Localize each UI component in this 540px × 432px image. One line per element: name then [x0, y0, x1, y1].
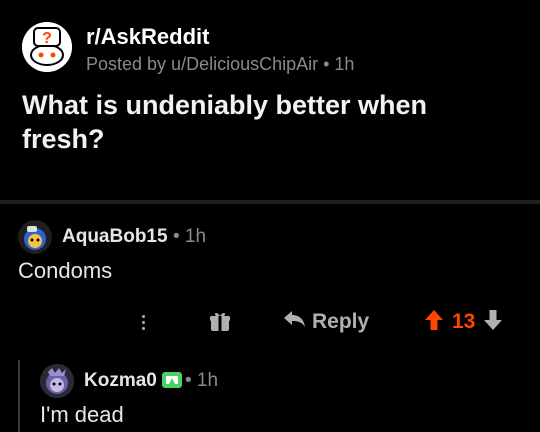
reply-meta: • 1h [185, 370, 219, 391]
comment-header: AquaBob15 • 1h [18, 220, 418, 254]
reply-label: Reply [312, 310, 370, 333]
dot [141, 314, 145, 318]
gift-award-icon[interactable] [208, 310, 232, 334]
score-count: 13 [452, 310, 476, 333]
downvote-arrow-icon[interactable] [483, 309, 503, 336]
reply-arrow-icon [282, 309, 306, 335]
post-header: ? r/AskReddit Posted by u/DeliciousChipA… [22, 18, 522, 78]
upvote-arrow-icon[interactable] [424, 309, 444, 336]
blue-snoo-avatar-icon[interactable] [18, 220, 52, 254]
vertical-dots-icon[interactable] [130, 308, 156, 336]
reply-body: I'm dead [40, 402, 124, 427]
purple-snoo-avatar-icon[interactable] [40, 364, 74, 398]
reply-header: Kozma0 • 1h [40, 364, 440, 398]
reply-author[interactable]: Kozma0 [84, 370, 157, 392]
post-title[interactable]: What is undeniably better when fresh? [22, 88, 512, 156]
vote-controls: 13 [424, 306, 503, 338]
section-divider [0, 200, 540, 204]
moderator-shield-icon [161, 370, 183, 390]
comment-author[interactable]: AquaBob15 [62, 226, 168, 248]
askreddit-snoo-icon[interactable]: ? [22, 22, 72, 72]
comment-body: Condoms [18, 258, 113, 283]
reply-button[interactable]: Reply [282, 306, 369, 338]
svg-text:?: ? [42, 30, 52, 47]
dot [141, 326, 145, 330]
post-meta: Posted by u/DeliciousChipAir • 1h [86, 54, 355, 74]
dot [141, 320, 145, 324]
comment-action-bar: Reply 13 [0, 300, 540, 344]
thread-line[interactable] [18, 360, 20, 432]
subreddit-name[interactable]: r/AskReddit [86, 24, 209, 50]
comment-meta: • 1h [173, 226, 207, 247]
